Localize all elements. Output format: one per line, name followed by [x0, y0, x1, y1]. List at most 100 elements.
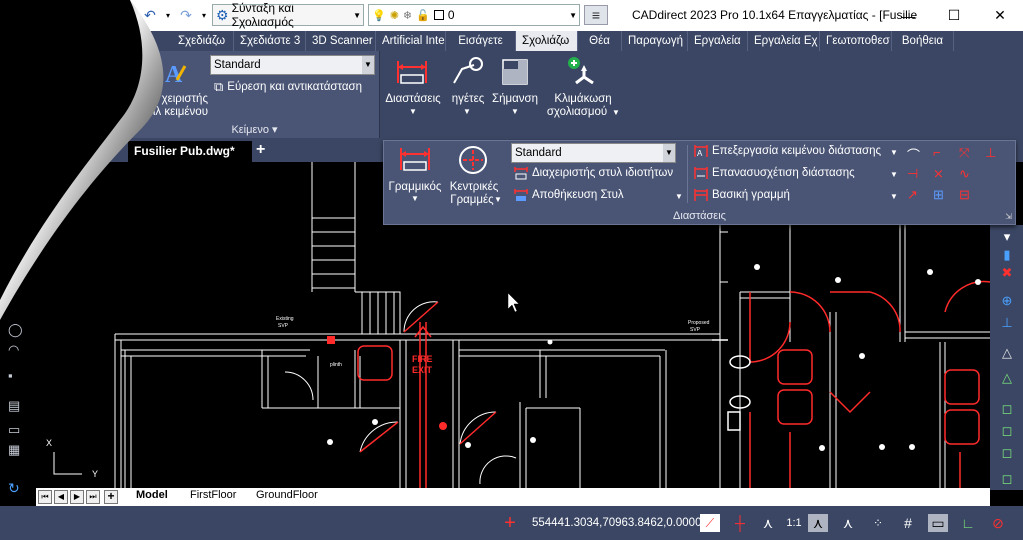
- region-icon[interactable]: ▭: [8, 422, 20, 438]
- arc-icon[interactable]: ◠: [8, 342, 19, 358]
- dimensions-label[interactable]: Διαστάσεις: [385, 93, 441, 106]
- leaders-label[interactable]: ηγέτες: [448, 93, 488, 106]
- layer-manager-icon[interactable]: ≡: [584, 5, 608, 25]
- minimize-button[interactable]: —: [885, 0, 931, 31]
- center-lines-label-2[interactable]: Γραμμές: [442, 194, 502, 207]
- baseline-dimension-button[interactable]: Βασική γραμμή: [694, 188, 790, 202]
- copy-icon[interactable]: ⊕: [998, 293, 1016, 309]
- lineweight-icon[interactable]: ▭: [928, 514, 948, 532]
- find-replace-button[interactable]: ⧉ Εύρεση και αντικατάσταση: [214, 79, 362, 95]
- move-icon[interactable]: ◻: [998, 401, 1016, 417]
- text-style-icon[interactable]: A: [160, 59, 188, 87]
- diameter-dim-icon[interactable]: ⨯: [933, 166, 944, 182]
- grid-icon[interactable]: #: [898, 514, 918, 532]
- refresh-icon[interactable]: ↻: [8, 480, 20, 497]
- scale-icon[interactable]: ◻: [998, 445, 1016, 461]
- dim-style-manager-button[interactable]: Διαχειριστής στυλ ιδιοτήτων: [514, 166, 673, 180]
- tab-annotate[interactable]: Σχολιάζω: [516, 31, 578, 51]
- maximize-button[interactable]: ☐: [931, 0, 977, 31]
- sun-icon[interactable]: ✺: [390, 9, 399, 22]
- center-lines-label-1[interactable]: Κεντρικές: [444, 181, 504, 194]
- markup-icon[interactable]: [500, 57, 530, 87]
- snap-cursor-icon[interactable]: ┼: [730, 514, 750, 532]
- lock-icon[interactable]: 🔓: [416, 9, 430, 22]
- text-panel-title[interactable]: Κείμενο ▾: [130, 123, 379, 136]
- redo-icon[interactable]: ↷: [176, 5, 196, 25]
- close-button[interactable]: ✕: [977, 0, 1023, 31]
- tab-help[interactable]: Βοήθεια: [892, 31, 954, 51]
- leader-icon[interactable]: [450, 55, 484, 87]
- array-icon[interactable]: △: [998, 370, 1016, 386]
- chevron-down-icon[interactable]: ▼: [890, 170, 898, 179]
- layout-tab-firstfloor[interactable]: FirstFloor: [190, 489, 236, 501]
- table-icon[interactable]: ▦: [8, 442, 20, 458]
- offset-icon[interactable]: △: [998, 345, 1016, 361]
- linear-dimension-icon[interactable]: [398, 144, 432, 174]
- annotation-scale-icon[interactable]: [566, 55, 602, 89]
- mark-label[interactable]: Σήμανση: [490, 93, 540, 106]
- new-document-button[interactable]: +: [256, 141, 265, 159]
- dropdown-arrow-icon[interactable]: ▾: [998, 229, 1016, 245]
- center-mark-icon[interactable]: [456, 144, 490, 176]
- undo-icon[interactable]: ↶: [140, 5, 160, 25]
- linear-label[interactable]: Γραμμικός: [386, 181, 444, 194]
- workspace-select[interactable]: ⚙ Σύνταξη και Σχολιασμός ▼: [212, 1, 364, 29]
- chevron-down-icon[interactable]: ▼: [675, 192, 683, 201]
- delete-icon[interactable]: ✖: [998, 265, 1016, 281]
- dimension-style-select[interactable]: Standard ▼: [511, 143, 676, 163]
- arc-length-icon[interactable]: ⌐: [933, 145, 941, 160]
- document-tab[interactable]: Fusilier Pub.dwg*: [128, 141, 252, 162]
- chevron-down-icon[interactable]: ▼: [494, 195, 502, 204]
- polar-tracking-icon[interactable]: ⊘: [988, 514, 1008, 532]
- hatch-icon[interactable]: ▤: [8, 398, 20, 414]
- layout-tab-groundfloor[interactable]: GroundFloor: [256, 489, 318, 501]
- tab-express-tools[interactable]: Εργαλεία Εχ: [748, 31, 820, 51]
- ortho-icon[interactable]: ∟: [958, 514, 978, 532]
- chevron-down-icon[interactable]: ▼: [612, 108, 620, 117]
- last-layout-button[interactable]: ⏭: [86, 490, 100, 504]
- continue-dim-icon[interactable]: ⊞: [933, 187, 944, 203]
- tab-draw-3d[interactable]: Σχεδιάστε 3: [234, 31, 306, 51]
- tab-artificial-intelligence[interactable]: Artificial Inte: [376, 31, 446, 51]
- panel-launcher-icon[interactable]: ⇲: [1005, 212, 1012, 221]
- chevron-down-icon[interactable]: ▼: [511, 107, 519, 116]
- inspection-icon[interactable]: ⊥: [985, 145, 996, 161]
- stretch-icon[interactable]: ◻: [998, 471, 1016, 487]
- annotation-scale-label-1[interactable]: Κλιμάκωση: [545, 93, 621, 106]
- radius-dim-icon[interactable]: ⊣: [907, 166, 918, 182]
- annotation-scale-label-2[interactable]: σχολιασμού: [539, 106, 615, 119]
- freeze-icon[interactable]: ❄: [403, 9, 412, 22]
- chevron-down-icon[interactable]: ▼: [890, 192, 898, 201]
- tab-geolocation[interactable]: Γεωτοποθεσ: [820, 31, 892, 51]
- lightbulb-icon[interactable]: 💡: [372, 9, 386, 22]
- annotation-visibility-icon[interactable]: ⋏: [758, 514, 778, 532]
- isolate-objects-icon[interactable]: ⁘: [868, 514, 888, 532]
- auto-scale-icon[interactable]: ⋏: [808, 514, 828, 532]
- first-layout-button[interactable]: ⏮: [38, 490, 52, 504]
- text-style-select[interactable]: Standard ▼: [210, 55, 375, 75]
- ordinate-dim-icon[interactable]: ↗: [907, 187, 918, 203]
- angular-dim-icon[interactable]: ⌒: [907, 145, 920, 164]
- tab-tools[interactable]: Εργαλεία: [688, 31, 748, 51]
- chevron-down-icon[interactable]: ▼: [411, 194, 419, 203]
- tab-draw[interactable]: Σχεδιάζω: [172, 31, 234, 51]
- circle-icon[interactable]: ◯: [8, 322, 23, 338]
- rotate-icon[interactable]: ◻: [998, 423, 1016, 439]
- edit-dimension-text-button[interactable]: A Επεξεργασία κειμένου διάστασης: [694, 144, 881, 158]
- tab-3d-scanner[interactable]: 3D Scanner: [306, 31, 376, 51]
- jogged-dim-icon[interactable]: ∿: [959, 166, 970, 182]
- annotation-scale-value[interactable]: 1:1: [784, 514, 804, 532]
- mirror-icon[interactable]: ⊥: [998, 315, 1016, 331]
- reassociate-dimension-button[interactable]: Επανασυσχέτιση διάστασης: [694, 166, 855, 180]
- tab-output[interactable]: Παραγωγή: [622, 31, 688, 51]
- tab-insert[interactable]: Εισάγετε: [446, 31, 516, 51]
- dynamic-input-icon[interactable]: ⟋: [700, 514, 720, 532]
- undo-dropdown-icon[interactable]: ▾: [164, 5, 172, 25]
- eraser-icon[interactable]: ▮: [998, 247, 1016, 263]
- dimension-icon[interactable]: [395, 57, 429, 87]
- layer-select[interactable]: 💡 ✺ ❄ 🔓 0 ▼: [368, 4, 580, 26]
- chevron-down-icon[interactable]: ▼: [890, 148, 898, 157]
- redo-dropdown-icon[interactable]: ▾: [200, 5, 208, 25]
- space-dim-icon[interactable]: ⊟: [959, 187, 970, 203]
- add-layout-button[interactable]: +: [104, 490, 118, 504]
